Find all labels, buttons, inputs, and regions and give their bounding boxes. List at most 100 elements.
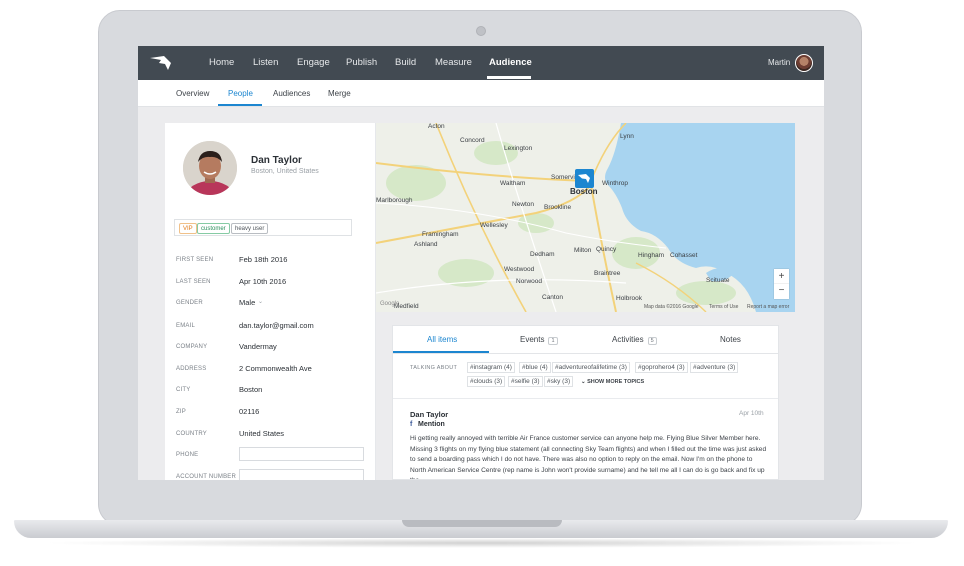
sub-navigation: Overview People Audiences Merge [138,80,824,107]
google-logo: Google [380,301,400,307]
profile-location: Boston, United States [251,168,319,175]
nav-home[interactable]: Home [209,57,234,68]
tag-customer[interactable]: customer [197,223,230,234]
field-value-country: United States [239,429,285,438]
field-value-zip: 02116 [239,407,260,416]
map-label: Wellesley [480,222,508,229]
topic-tag[interactable]: #goprohero4 (3) [635,362,688,373]
tab-events[interactable]: Events 1 [520,335,558,345]
map-label: Framingham [422,231,459,238]
tabs-divider [393,353,778,354]
activity-feed: All items Events 1 Activities 5 Notes TALK… [392,325,779,480]
nav-build[interactable]: Build [395,57,416,68]
post-date: Apr 10th [739,410,764,417]
field-value-first-seen: Feb 18th 2016 [239,255,288,264]
map-label: Lynn [620,133,634,140]
field-label-account-number: ACCOUNT NUMBER [176,474,237,480]
field-value-email: dan.taylor@gmail.com [239,321,314,330]
topic-tag[interactable]: #blue (4) [519,362,551,373]
tag-input[interactable]: VIP customer heavy user [174,219,352,236]
nav-publish[interactable]: Publish [346,57,377,68]
talking-about-label: TALKING ABOUT [410,365,458,371]
post-author[interactable]: Dan Taylor [410,410,448,419]
map-label: Marlborough [376,197,413,204]
field-label-city: CITY [176,387,191,393]
location-pin-icon[interactable] [575,169,594,188]
laptop-shadow [40,538,924,548]
field-label-first-seen: FIRST SEEN [176,257,214,263]
map-label: Braintree [594,270,621,277]
map-label: Hingham [638,252,665,259]
profile-name: Dan Taylor [251,155,302,166]
field-label-email: EMAIL [176,323,196,329]
map-label: Norwood [516,278,543,285]
post-type: Mention [418,421,445,428]
chevron-down-icon[interactable]: ⌄ [258,298,263,305]
topic-tag[interactable]: #adventure (3) [690,362,739,373]
field-value-company: Vandermay [239,342,277,351]
map-label: Concord [460,137,485,144]
tab-notes[interactable]: Notes [720,335,741,344]
topic-tag[interactable]: #clouds (3) [467,376,506,387]
top-navigation: Home Listen Engage Publish Build Measure… [138,46,824,80]
field-value-last-seen: Apr 10th 2016 [239,277,287,286]
map-label: Newton [512,201,535,208]
map-label: Lexington [504,145,533,152]
nav-measure[interactable]: Measure [435,57,472,68]
field-label-company: COMPANY [176,344,208,350]
tag-vip[interactable]: VIP [179,223,197,234]
tab-activities-label: Activities [612,335,644,344]
map-attribution: Map data ©2016 Google [644,304,699,310]
post-text: Hi getting really annoyed with terrible … [410,435,767,479]
tag-heavy-user[interactable]: heavy user [231,223,269,234]
subnav-audiences[interactable]: Audiences [273,89,310,98]
map-label: Acton [428,123,445,130]
map-label: Quincy [596,246,617,253]
gender-select[interactable]: Male [239,298,255,307]
map-label: Westwood [504,266,535,273]
location-map[interactable]: Acton Concord Lexington Lynn Waltham Som… [376,123,795,312]
topic-tag[interactable]: #instagram (4) [467,362,515,373]
user-avatar[interactable] [795,54,813,72]
field-label-address: ADDRESS [176,366,207,372]
map-label: Winthrop [602,180,629,187]
map-report-link[interactable]: Report a map error [747,304,789,310]
map-label-city: Boston [570,187,598,196]
map-terms-link[interactable]: Terms of Use [709,304,738,310]
camera-icon [476,26,486,36]
field-label-zip: ZIP [176,409,186,415]
tab-all-items[interactable]: All items [427,335,457,344]
nav-engage[interactable]: Engage [297,57,330,68]
events-count-badge: 1 [548,337,558,345]
nav-active-indicator [487,76,531,79]
facebook-icon: f [410,421,413,428]
map-label: Holbrook [616,295,643,302]
nav-audience[interactable]: Audience [489,57,532,68]
subnav-people[interactable]: People [228,89,253,98]
map-label: Milton [574,247,592,254]
brand-logo-icon[interactable] [148,53,174,73]
subnav-overview[interactable]: Overview [176,89,209,98]
subnav-merge[interactable]: Merge [328,89,351,98]
user-name[interactable]: Martin [768,58,790,67]
map-label: Waltham [500,180,526,187]
show-more-topics-button[interactable]: ⌄ SHOW MORE TOPICS [581,379,644,385]
phone-input[interactable] [239,447,364,461]
map-label: Canton [542,294,563,301]
topic-tag[interactable]: #sky (3) [544,376,574,387]
laptop-notch [402,520,562,527]
show-more-label: SHOW MORE TOPICS [587,379,645,385]
feed-divider [393,398,778,399]
topic-tag[interactable]: #selfie (3) [508,376,543,387]
tab-activities[interactable]: Activities 5 [612,335,657,345]
field-value-city: Boston [239,385,263,394]
zoom-out-button[interactable]: − [774,284,789,299]
account-number-input[interactable] [239,469,364,480]
zoom-in-button[interactable]: + [774,269,789,284]
map-label: Dedham [530,251,555,258]
brand-mark-icon [578,174,590,183]
nav-listen[interactable]: Listen [253,57,278,68]
map-label: Scituate [706,277,730,284]
topic-tag[interactable]: #adventureofalifetime (3) [552,362,630,373]
field-label-gender: GENDER [176,300,203,306]
